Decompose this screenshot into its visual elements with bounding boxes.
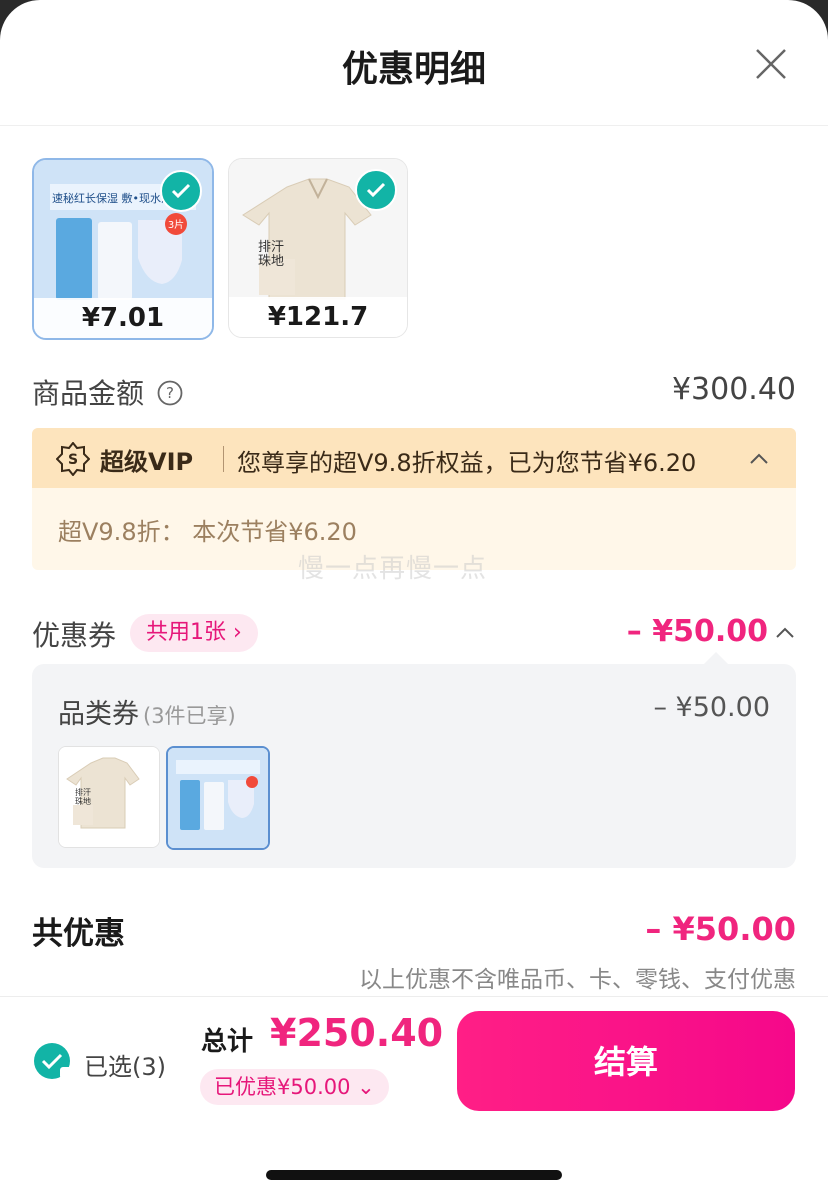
svg-text:排汗: 排汗 <box>75 787 91 797</box>
total-value: ¥250.40 <box>270 1011 444 1055</box>
coupon-pointer <box>704 652 728 664</box>
goods-amount-label: 商品金额 <box>32 377 145 410</box>
lock-icon <box>60 1067 72 1079</box>
goods-amount-row: 商品金额 ? ¥300.40 <box>32 372 796 416</box>
chevron-up-icon[interactable] <box>774 622 796 644</box>
chevron-down-icon: ⌄ <box>357 1075 375 1099</box>
chevron-up-icon[interactable] <box>748 448 770 470</box>
selected-check-icon[interactable] <box>160 170 202 212</box>
svg-text:3片: 3片 <box>168 218 184 231</box>
svg-text:排汗: 排汗 <box>258 240 284 255</box>
checkout-button[interactable]: 结算 <box>457 1011 795 1111</box>
total-discount-label: 共优惠 <box>32 916 125 952</box>
coupon-detail-box: 品类券 (3件已享) – ¥50.00 排汗 珠地 <box>32 652 796 868</box>
vip-divider <box>223 446 224 472</box>
coupon-label: 优惠券 <box>32 619 117 652</box>
vip-title: 超级VIP <box>100 448 194 476</box>
category-coupon-note: (3件已享) <box>143 704 236 728</box>
vip-header[interactable]: S 超级VIP 您尊享的超V9.8折权益，已为您节省¥6.20 <box>32 428 796 488</box>
chevron-right-icon: › <box>233 620 242 645</box>
coupon-count-label: 共用1张 <box>146 620 226 645</box>
sheet-header: 优惠明细 <box>0 0 828 126</box>
page-title: 优惠明细 <box>341 49 486 90</box>
product-card-mask[interactable]: 速秘红长保湿 敷•现水润透亮 3片 ¥7.01 <box>32 158 214 340</box>
svg-text:?: ? <box>166 384 174 402</box>
svg-text:S: S <box>68 452 78 468</box>
svg-text:珠地: 珠地 <box>75 796 91 806</box>
total-discount-amount: – ¥50.00 <box>645 910 796 948</box>
svg-text:珠地: 珠地 <box>258 254 284 269</box>
coupon-amount: – ¥50.00 <box>626 614 768 649</box>
product-card-polo[interactable]: 排汗 珠地 ¥121.7 <box>228 158 408 338</box>
coupon-item-mask <box>166 746 270 850</box>
product-price: ¥121.7 <box>229 297 407 337</box>
selected-count: 已选(3) <box>84 1053 166 1081</box>
coupon-count-pill[interactable]: 共用1张 › <box>130 614 258 652</box>
discount-detail-sheet: 优惠明细 速秘红长保湿 敷•现水润透亮 3片 ¥7.01 排汗 珠地 ¥121.… <box>0 0 828 1196</box>
discount-note: 以上优惠不含唯品币、卡、零钱、支付优惠 <box>359 967 796 993</box>
category-coupon-amount: – ¥50.00 <box>653 692 770 723</box>
watermark-text: 慢一点再慢一点 <box>298 554 488 584</box>
coupon-item-polo: 排汗 珠地 <box>58 746 160 848</box>
selected-check-icon[interactable] <box>355 169 397 211</box>
help-icon[interactable]: ? <box>157 380 183 406</box>
mask-mini-image <box>168 748 268 848</box>
saved-amount-pill[interactable]: 已优惠¥50.00 ⌄ <box>200 1069 389 1105</box>
polo-mini-image: 排汗 珠地 <box>59 747 159 847</box>
saved-amount-label: 已优惠¥50.00 <box>214 1075 351 1099</box>
total-discount-row: 共优惠 – ¥50.00 <box>32 908 796 954</box>
coupon-row: 优惠券 共用1张 › – ¥50.00 <box>32 614 796 654</box>
total-label: 总计 <box>201 1027 254 1057</box>
vip-detail: 超V9.8折： 本次节省¥6.20 <box>58 518 357 546</box>
vip-badge-icon: S <box>56 442 90 476</box>
vip-description: 您尊享的超V9.8折权益，已为您节省¥6.20 <box>237 449 697 477</box>
close-icon[interactable] <box>754 47 788 81</box>
category-coupon-label: 品类券 (3件已享) <box>58 692 236 731</box>
product-price: ¥7.01 <box>34 298 212 338</box>
goods-amount-value: ¥300.40 <box>671 372 796 407</box>
category-coupon-title: 品类券 <box>58 699 139 730</box>
checkout-footer: 已选(3) 总计 ¥250.40 已优惠¥50.00 ⌄ 结算 <box>0 996 828 1196</box>
home-indicator <box>266 1170 562 1180</box>
